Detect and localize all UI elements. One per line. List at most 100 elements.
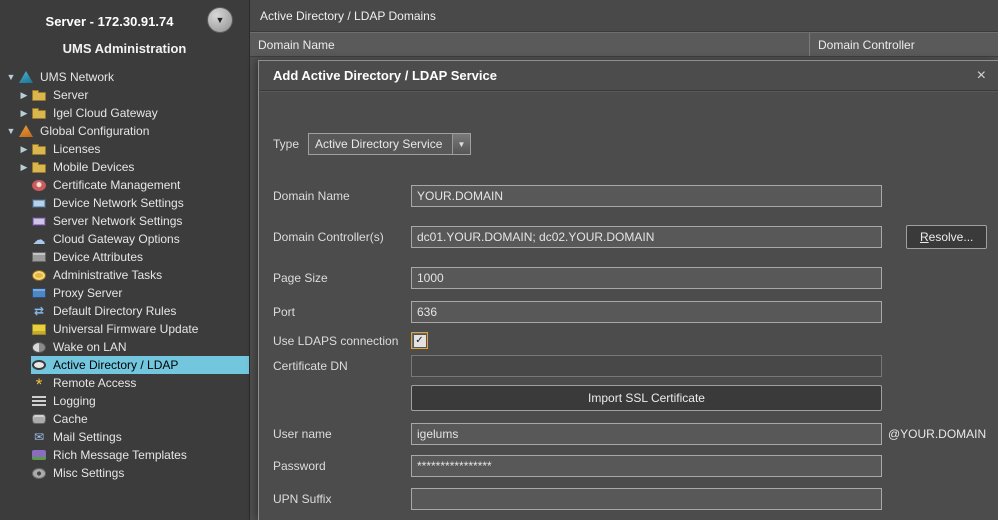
domain-name-input[interactable]: [411, 185, 882, 207]
content-title: Active Directory / LDAP Domains: [260, 9, 436, 23]
mail-icon: [32, 431, 46, 444]
expand-arrow-icon[interactable]: ▶: [17, 90, 31, 101]
tree-item-label: Proxy Server: [50, 286, 125, 300]
tree-item-content[interactable]: Proxy Server: [31, 284, 249, 302]
tree-item-device-attributes[interactable]: Device Attributes: [0, 248, 249, 266]
certificate-dn-row: Certificate DN: [273, 355, 998, 377]
add-ldap-service-dialog: Add Active Directory / LDAP Service × Ty…: [258, 60, 998, 520]
tree-item-content[interactable]: Global Configuration: [18, 122, 249, 140]
tree-item-content[interactable]: Mail Settings: [31, 428, 249, 446]
tree-item-content[interactable]: Universal Firmware Update: [31, 320, 249, 338]
tree-item-label: Global Configuration: [37, 124, 152, 138]
tree-item-content[interactable]: Device Network Settings: [31, 194, 249, 212]
tree-item-igel-cloud-gateway[interactable]: ▶ Igel Cloud Gateway: [0, 104, 249, 122]
expand-arrow-icon[interactable]: ▶: [17, 144, 31, 155]
tree-item-label: Universal Firmware Update: [50, 322, 201, 336]
tree-item-content[interactable]: Server: [31, 86, 249, 104]
sidebar: Server - 172.30.91.74 ▼ UMS Administrati…: [0, 0, 250, 520]
tree-item-label: Cloud Gateway Options: [50, 232, 183, 246]
tree-item-content[interactable]: Active Directory / LDAP: [31, 356, 249, 374]
expand-arrow-icon[interactable]: ▶: [17, 162, 31, 173]
import-ssl-certificate-button[interactable]: Import SSL Certificate: [411, 385, 882, 411]
tree-item-label: Server: [50, 88, 91, 102]
tree-item-content[interactable]: Default Directory Rules: [31, 302, 249, 320]
password-label: Password: [273, 459, 411, 473]
tree-item-label: Igel Cloud Gateway: [50, 106, 161, 120]
tree-item-certificate-management[interactable]: Certificate Management: [0, 176, 249, 194]
collapse-arrow-icon[interactable]: ▼: [4, 126, 18, 136]
tree-item-content[interactable]: Administrative Tasks: [31, 266, 249, 284]
dialog-title: Add Active Directory / LDAP Service: [273, 68, 977, 83]
tree-item-content[interactable]: Mobile Devices: [31, 158, 249, 176]
type-select[interactable]: Active Directory Service ▼: [308, 133, 471, 155]
tree-item-proxy-server[interactable]: Proxy Server: [0, 284, 249, 302]
upn-suffix-label: UPN Suffix: [273, 492, 411, 506]
tree-item-rich-message-templates[interactable]: Rich Message Templates: [0, 446, 249, 464]
page-size-input[interactable]: [411, 267, 882, 289]
tree-item-label: Wake on LAN: [50, 340, 130, 354]
misc-icon: [32, 468, 46, 479]
tree-item-misc-settings[interactable]: Misc Settings: [0, 464, 249, 482]
tree-item-cache[interactable]: Cache: [0, 410, 249, 428]
tree-item-content[interactable]: Misc Settings: [31, 464, 249, 482]
column-header-domain-controller[interactable]: Domain Controller: [810, 33, 998, 56]
server-menu-button[interactable]: ▼: [207, 7, 233, 33]
tree-item-default-directory-rules[interactable]: Default Directory Rules: [0, 302, 249, 320]
remote-icon: [32, 378, 46, 391]
tree-item-universal-firmware-update[interactable]: Universal Firmware Update: [0, 320, 249, 338]
tree-item-content[interactable]: Licenses: [31, 140, 249, 158]
tree-item-content[interactable]: Device Attributes: [31, 248, 249, 266]
chevron-down-icon[interactable]: ▼: [452, 134, 470, 154]
certificate-dn-input: [411, 355, 882, 377]
domain-controllers-input[interactable]: [411, 226, 882, 248]
tree-item-label: Cache: [50, 412, 91, 426]
tree-item-content[interactable]: Remote Access: [31, 374, 249, 392]
collapse-arrow-icon[interactable]: ▼: [4, 72, 18, 82]
tree-item-device-network-settings[interactable]: Device Network Settings: [0, 194, 249, 212]
tree-item-content[interactable]: UMS Network: [18, 68, 249, 86]
tree-item-cloud-gateway-options[interactable]: Cloud Gateway Options: [0, 230, 249, 248]
tree-item-active-directory-ldap[interactable]: Active Directory / LDAP: [0, 356, 249, 374]
tree-item-content[interactable]: Wake on LAN: [31, 338, 249, 356]
wol-icon: [32, 342, 46, 353]
import-ssl-row: Import SSL Certificate: [273, 385, 998, 411]
tree-item-ums-network[interactable]: ▼UMS Network: [0, 68, 249, 86]
tree-item-label: Default Directory Rules: [50, 304, 179, 318]
expand-arrow-icon[interactable]: ▶: [17, 108, 31, 119]
tree-item-content[interactable]: Cloud Gateway Options: [31, 230, 249, 248]
attributes-icon: [32, 252, 46, 262]
tree-item-remote-access[interactable]: Remote Access: [0, 374, 249, 392]
upn-suffix-input[interactable]: [411, 488, 882, 510]
user-name-input[interactable]: [411, 423, 882, 445]
cloud-icon: [32, 233, 46, 246]
tree-item-mobile-devices[interactable]: ▶Mobile Devices: [0, 158, 249, 176]
tree-item-content[interactable]: Certificate Management: [31, 176, 249, 194]
tree-item-mail-settings[interactable]: Mail Settings: [0, 428, 249, 446]
ldaps-checkbox[interactable]: ✓: [411, 332, 428, 349]
tree-item-server[interactable]: ▶ Server: [0, 86, 249, 104]
tree-item-content[interactable]: Server Network Settings: [31, 212, 249, 230]
tree-item-administrative-tasks[interactable]: Administrative Tasks: [0, 266, 249, 284]
column-header-domain-name[interactable]: Domain Name: [250, 33, 810, 56]
type-row: Type Active Directory Service ▼: [273, 133, 998, 155]
tree-item-logging[interactable]: Logging: [0, 392, 249, 410]
tree-item-label: Licenses: [50, 142, 103, 156]
proxy-icon: [32, 288, 46, 298]
resolve-button[interactable]: Resolve...: [906, 225, 987, 249]
password-input[interactable]: [411, 455, 882, 477]
tree-item-content[interactable]: Rich Message Templates: [31, 446, 249, 464]
tree-item-global-configuration[interactable]: ▼ Global Configuration: [0, 122, 249, 140]
tree-item-wake-on-lan[interactable]: Wake on LAN: [0, 338, 249, 356]
port-input[interactable]: [411, 301, 882, 323]
tree-item-licenses[interactable]: ▶ Licenses: [0, 140, 249, 158]
chevron-down-icon: ▼: [216, 15, 225, 25]
ad-icon: [32, 360, 46, 370]
close-icon[interactable]: ×: [977, 68, 986, 84]
tree-item-content[interactable]: Logging: [31, 392, 249, 410]
tree-item-content[interactable]: Cache: [31, 410, 249, 428]
tree-item-label: Misc Settings: [50, 466, 127, 480]
folder-icon: [32, 164, 46, 173]
tree-item-label: Server Network Settings: [50, 214, 185, 228]
tree-item-content[interactable]: Igel Cloud Gateway: [31, 104, 249, 122]
tree-item-server-network-settings[interactable]: Server Network Settings: [0, 212, 249, 230]
